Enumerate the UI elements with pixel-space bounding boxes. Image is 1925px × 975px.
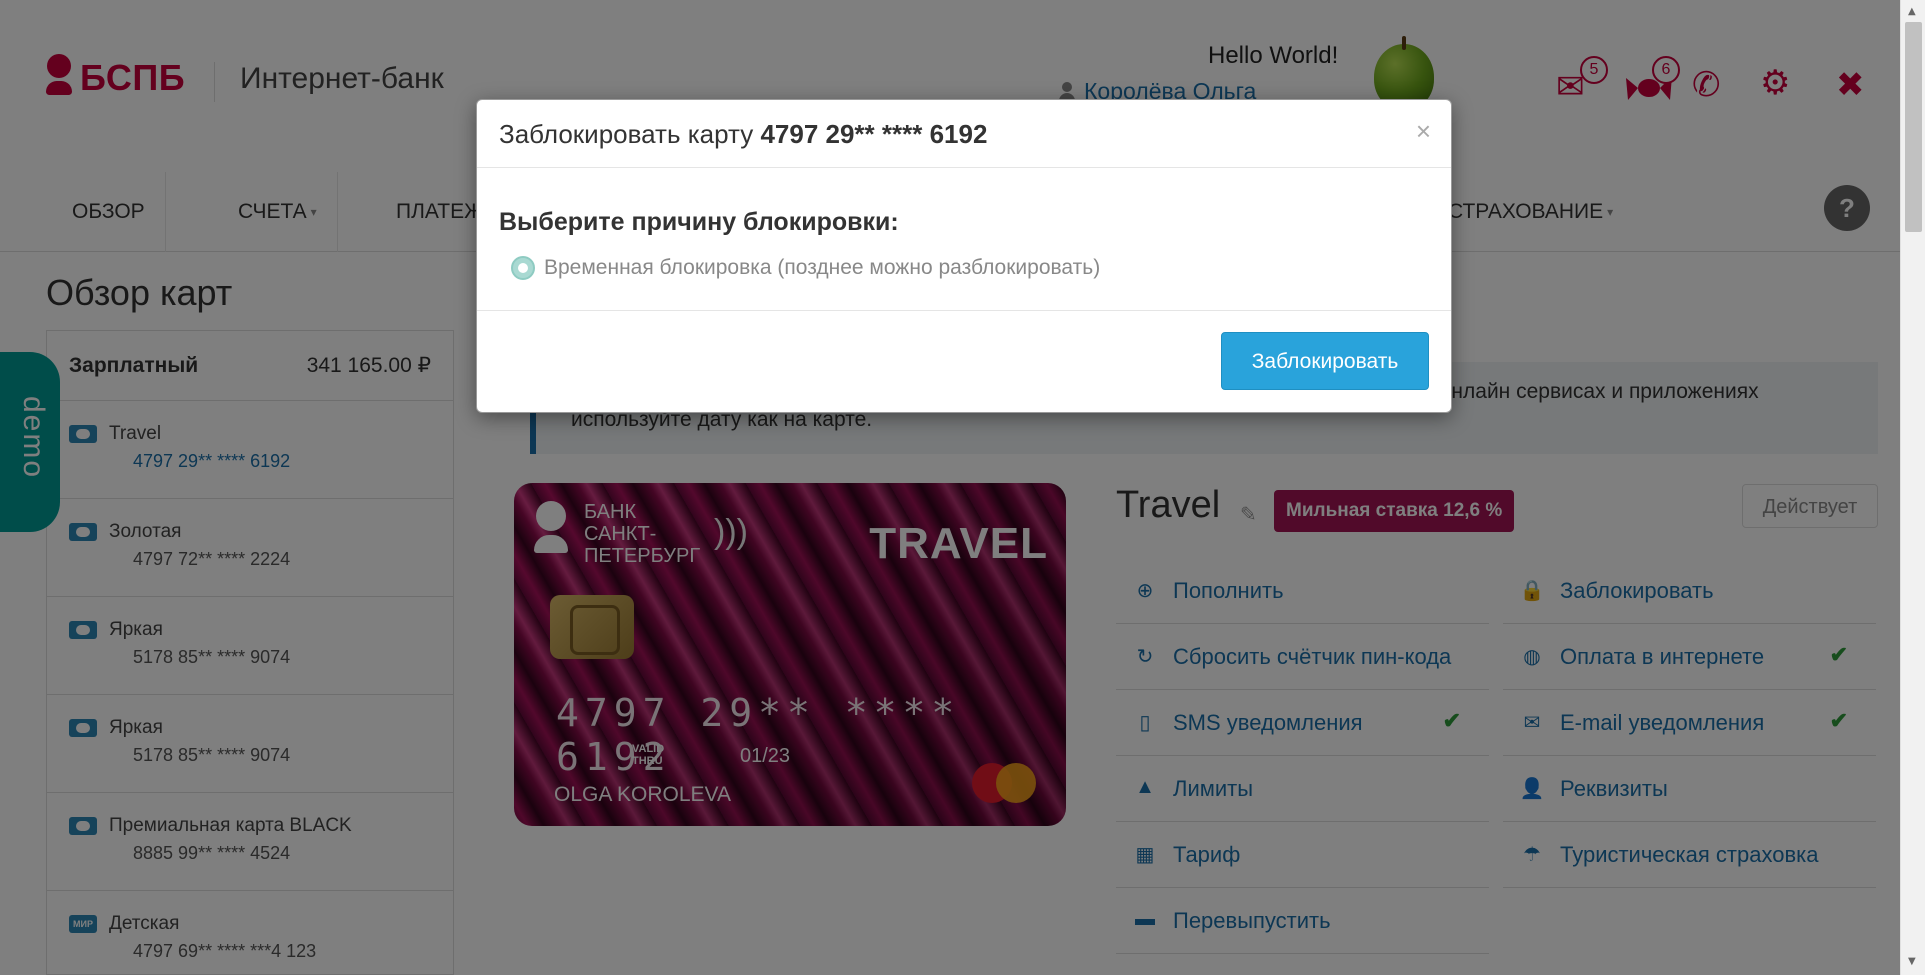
temporary-block-radio[interactable] xyxy=(511,256,535,280)
close-button[interactable]: × xyxy=(1416,118,1431,144)
dialog-body: Выберите причину блокировки: Временная б… xyxy=(477,168,1451,311)
dialog-title-text: Заблокировать карту xyxy=(499,119,761,149)
scrollbar[interactable]: ▲ ▼ xyxy=(1900,0,1925,975)
block-reason-question: Выберите причину блокировки: xyxy=(499,208,899,236)
scroll-down-icon[interactable]: ▼ xyxy=(1908,956,1916,967)
scrollbar-thumb[interactable] xyxy=(1905,22,1922,232)
temporary-block-option-label[interactable]: Временная блокировка (позднее можно разб… xyxy=(544,256,1100,280)
scroll-up-icon[interactable]: ▲ xyxy=(1908,6,1916,17)
dialog-title: Заблокировать карту 4797 29** **** 6192 xyxy=(499,119,987,150)
dialog-header: Заблокировать карту 4797 29** **** 6192 … xyxy=(477,100,1451,168)
block-submit-button[interactable]: Заблокировать xyxy=(1221,332,1429,390)
dialog-card-number: 4797 29** **** 6192 xyxy=(760,119,988,149)
block-card-dialog: Заблокировать карту 4797 29** **** 6192 … xyxy=(476,99,1452,413)
